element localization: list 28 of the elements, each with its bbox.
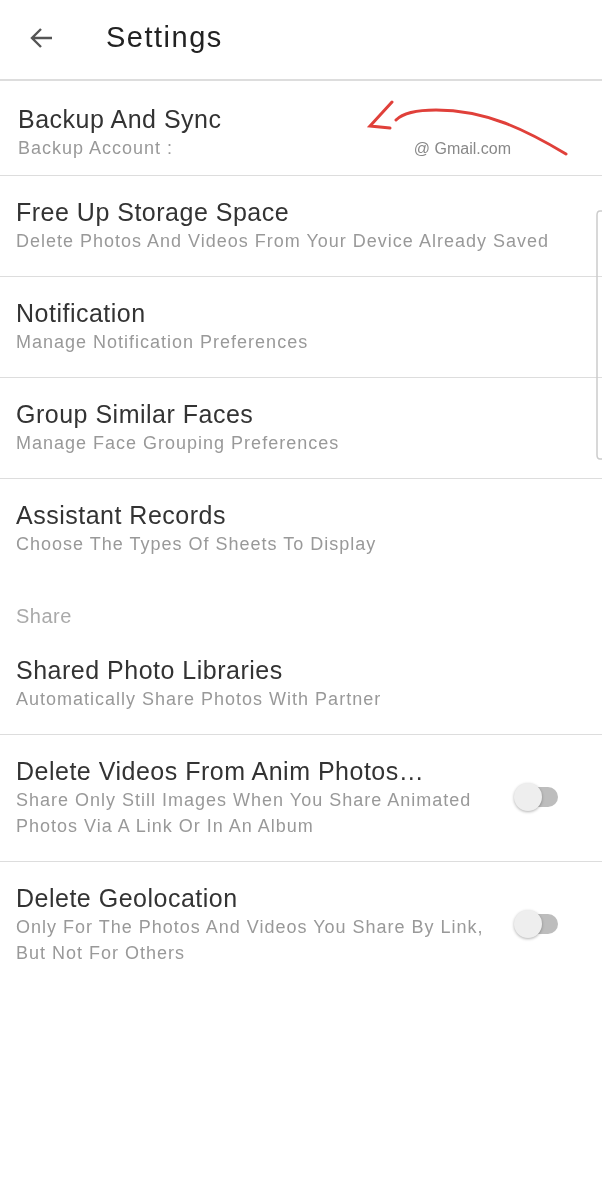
setting-subtitle: Choose The Types Of Sheets To Display	[16, 533, 378, 556]
settings-item[interactable]: Delete Geolocation Only For The Photos And Videos You Share By Link, But Not For Others	[0, 862, 602, 988]
setting-subtitle: Backup Account :	[18, 137, 174, 160]
setting-title: Delete Geolocation	[16, 883, 238, 914]
page-title: Settings	[106, 21, 223, 54]
setting-subtitle: Share Only Still Images When You Share Animated Photos Via A Link Or In An Album	[16, 789, 473, 838]
setting-subtitle: Delete Photos And Videos From Your Device Already Saved	[16, 230, 550, 253]
back-arrow-icon[interactable]	[30, 26, 54, 49]
settings-item[interactable]: Notification Manage Notification Preferences	[0, 277, 602, 378]
setting-title: Shared Photo Libraries	[16, 655, 283, 686]
setting-subtitle: Manage Face Grouping Preferences	[16, 432, 341, 455]
account-email: @ Gmail.com	[413, 140, 511, 158]
section-header: Share	[15, 604, 73, 629]
setting-subtitle: Manage Notification Preferences	[16, 331, 310, 354]
settings-item[interactable]: Backup And Sync Backup Account : @ Gmail.com	[0, 81, 602, 176]
settings-item[interactable]: Group Similar Faces Manage Face Grouping Preferences	[0, 378, 602, 479]
setting-title: Group Similar Faces	[16, 399, 254, 430]
setting-title: Backup And Sync	[18, 104, 222, 135]
settings-item[interactable]: Delete Videos From Anim Photos… Share Only Still Images When You Share Animated Photos Via A Link Or In An Album	[0, 735, 602, 862]
setting-subtitle: Automatically Share Photos With Partner	[16, 688, 383, 711]
setting-title: Assistant Records	[16, 500, 226, 531]
settings-item[interactable]: Assistant Records Choose The Types Of Sheets To Display	[0, 479, 602, 579]
setting-subtitle: Only For The Photos And Videos You Share By Link, But Not For Others	[16, 916, 485, 965]
settings-item[interactable]: Shared Photo Libraries Automatically Share Photos With Partner	[0, 634, 602, 735]
setting-title: Notification	[16, 298, 146, 329]
setting-title: Delete Videos From Anim Photos…	[16, 756, 425, 787]
setting-title: Free Up Storage Space	[16, 197, 290, 228]
settings-item[interactable]: Free Up Storage Space Delete Photos And Videos From Your Device Already Saved	[0, 176, 602, 277]
